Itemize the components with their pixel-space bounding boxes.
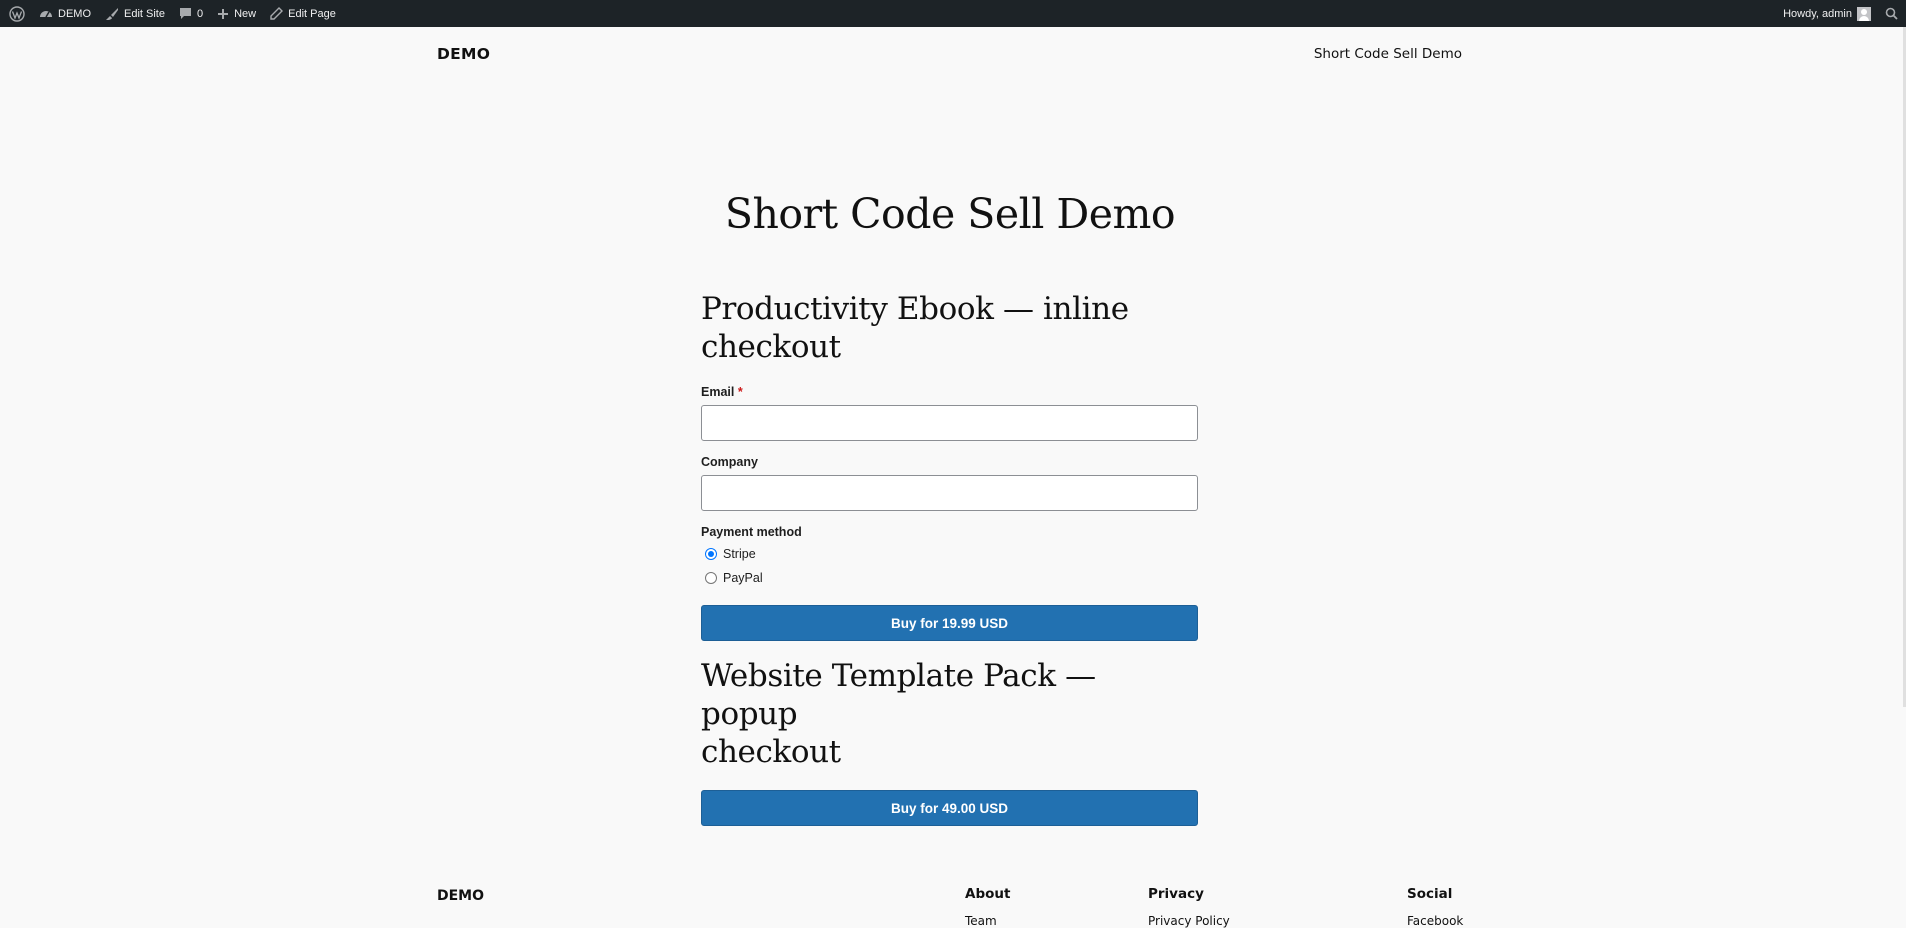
- footer-heading-about: About: [965, 886, 1011, 902]
- product-heading-template-line2: checkout: [701, 734, 841, 770]
- footer-heading-social: Social: [1407, 886, 1453, 902]
- required-marker: *: [737, 385, 743, 399]
- product-heading-template-pack: Website Template Pack — popup checkout: [701, 657, 1198, 771]
- search-icon: [1885, 7, 1898, 20]
- footer-column-privacy: Privacy Privacy Policy: [1148, 886, 1230, 928]
- email-label: Email *: [701, 385, 1198, 399]
- payment-option-stripe[interactable]: Stripe: [701, 544, 1198, 564]
- new-label: New: [234, 7, 257, 20]
- footer-column-about: About Team: [965, 886, 1010, 928]
- comments-count: 0: [196, 7, 204, 20]
- product-heading-template-line1: Website Template Pack — popup: [701, 658, 1096, 732]
- site-title-link[interactable]: DEMO: [437, 45, 490, 63]
- company-label: Company: [701, 455, 758, 469]
- product-heading-ebook-line2: checkout: [701, 329, 841, 365]
- product-heading-ebook-line1: Productivity Ebook — inline: [701, 291, 1129, 327]
- edit-site-button[interactable]: Edit Site: [98, 0, 172, 27]
- company-field-group: Company: [701, 455, 1198, 511]
- brush-icon: [106, 7, 118, 20]
- edit-page-button[interactable]: Edit Page: [263, 0, 343, 27]
- stripe-radio[interactable]: [705, 548, 717, 560]
- footer-site-title[interactable]: DEMO: [437, 888, 484, 904]
- admin-bar: DEMO Edit Site 0 New Edit Page Howdy, ad…: [0, 0, 1906, 27]
- footer-link-facebook[interactable]: Facebook: [1407, 914, 1463, 928]
- email-field[interactable]: [701, 405, 1198, 441]
- footer-link-team[interactable]: Team: [965, 914, 1010, 928]
- edit-page-label: Edit Page: [288, 7, 336, 20]
- payment-option-paypal[interactable]: PayPal: [701, 568, 1198, 588]
- company-field[interactable]: [701, 475, 1198, 511]
- footer-heading-privacy: Privacy: [1148, 886, 1204, 902]
- stripe-label: Stripe: [723, 547, 756, 561]
- page-title: Short Code Sell Demo: [724, 190, 1176, 238]
- pencil-icon: [270, 7, 284, 20]
- buy-template-pack-button[interactable]: Buy for 49.00 USD: [701, 790, 1198, 826]
- buy-ebook-button[interactable]: Buy for 19.99 USD: [701, 605, 1198, 641]
- paypal-radio[interactable]: [705, 572, 717, 584]
- product-heading-ebook: Productivity Ebook — inline checkout: [701, 290, 1198, 366]
- plus-icon: [218, 8, 229, 19]
- footer-column-social: Social Facebook: [1407, 886, 1463, 928]
- site-name-button[interactable]: DEMO: [32, 0, 98, 27]
- comment-icon: [179, 8, 191, 19]
- edit-site-label: Edit Site: [124, 7, 165, 20]
- payment-method-group: Payment method Stripe PayPal: [701, 525, 1198, 588]
- main-content: Productivity Ebook — inline checkout Ema…: [701, 290, 1198, 826]
- payment-method-label: Payment method: [701, 525, 802, 539]
- site-name-label: DEMO: [58, 7, 91, 20]
- dashboard-icon: [40, 10, 52, 17]
- howdy-label: Howdy, admin: [1783, 7, 1852, 20]
- nav-item-short-code-sell-demo[interactable]: Short Code Sell Demo: [1314, 46, 1462, 62]
- my-account-button[interactable]: Howdy, admin: [1776, 0, 1878, 27]
- paypal-label: PayPal: [723, 571, 763, 585]
- email-field-group: Email *: [701, 385, 1198, 441]
- search-button[interactable]: [1878, 0, 1906, 27]
- footer-link-privacy-policy[interactable]: Privacy Policy: [1148, 914, 1230, 928]
- email-label-text: Email: [701, 385, 735, 399]
- wordpress-icon: [9, 5, 25, 22]
- comments-button[interactable]: 0: [172, 0, 210, 27]
- avatar: [1857, 6, 1871, 21]
- new-content-button[interactable]: New: [210, 0, 263, 27]
- wordpress-logo-button[interactable]: [2, 0, 32, 27]
